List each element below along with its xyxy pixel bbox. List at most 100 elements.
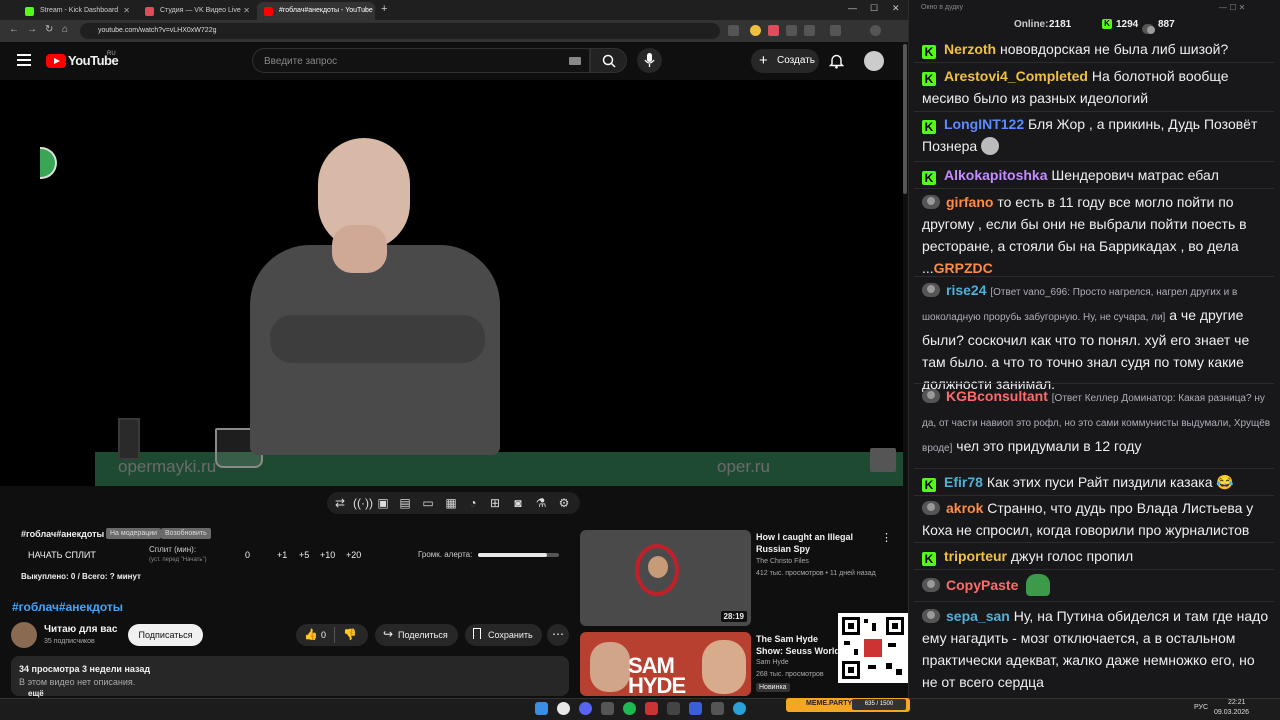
save-button[interactable]: Сохранить [465, 624, 542, 646]
search-button[interactable] [590, 48, 627, 73]
recommendation-title[interactable]: How I caught an Illegal Russian Spy [756, 531, 886, 555]
clock-time[interactable]: 22:21 [1228, 699, 1246, 706]
clock-date[interactable]: 09.03.2026 [1214, 709, 1249, 716]
spotify-icon[interactable] [623, 702, 636, 715]
split-add-10-button[interactable]: +10 [320, 550, 335, 560]
chat-username[interactable]: Alkokapitoshka [944, 167, 1047, 183]
flask-icon[interactable]: ⚗ [533, 496, 549, 510]
chat-username[interactable]: triporteur [944, 548, 1007, 564]
create-button[interactable]: + Создать [751, 49, 819, 73]
taskbar-app-icon[interactable] [711, 702, 724, 715]
recommendation-thumbnail[interactable]: SAM HYDE [580, 632, 751, 696]
recommendation-menu-icon[interactable]: ⋮ [881, 531, 892, 544]
clapperboard-icon[interactable]: ▤ [397, 496, 413, 510]
chat-username[interactable]: Efir78 [944, 474, 983, 490]
back-icon[interactable]: ← [9, 24, 19, 35]
new-tab-icon[interactable]: + [381, 3, 387, 15]
camera-icon[interactable]: ◙ [510, 496, 526, 510]
recommendation-thumbnail[interactable]: 28:19 [580, 530, 751, 626]
extension-icon[interactable] [768, 25, 779, 36]
profile-icon[interactable] [870, 25, 881, 36]
watermark-right: oper.ru [717, 457, 770, 476]
maximize-icon[interactable]: ☐ [870, 3, 878, 14]
channel-name[interactable]: Читаю для вас [44, 624, 117, 635]
split-value-0[interactable]: 0 [245, 550, 250, 560]
reload-icon[interactable]: ↻ [45, 24, 53, 35]
start-split-button[interactable]: НАЧАТЬ СПЛИТ [28, 550, 96, 560]
meme-party-widget[interactable]: MEME.PARTY 635 / 1500 [786, 698, 910, 712]
eye-settings-icon[interactable]: ▣ [375, 496, 391, 510]
share-button[interactable]: ↪ Поделиться [375, 624, 458, 646]
chat-username[interactable]: rise24 [946, 282, 986, 298]
dislike-icon[interactable]: 👎 [343, 628, 357, 641]
chat-message: sepa_san Ну, на Путина обиделся и там гд… [922, 605, 1272, 693]
chat-username[interactable]: sepa_san [946, 608, 1010, 624]
language-indicator[interactable]: РУС [1194, 704, 1208, 711]
subscribe-button[interactable]: Подписаться [128, 624, 203, 646]
extension-icon[interactable] [786, 25, 797, 36]
chat-username[interactable]: girfano [946, 194, 993, 210]
forward-icon[interactable]: → [27, 24, 37, 35]
like-icon[interactable]: 👍 [304, 628, 318, 641]
address-bar[interactable]: youtube.com/watch?v=vLHX0xW722g [80, 23, 720, 39]
show-more-link[interactable]: ещё [28, 689, 44, 698]
chat-text: нововдорская не была либ шизой? [1000, 41, 1229, 57]
split-add-1-button[interactable]: +1 [277, 550, 287, 560]
notifications-bell-icon[interactable] [829, 53, 844, 69]
account-avatar[interactable] [864, 51, 884, 71]
resume-button[interactable]: Возобновить [161, 528, 211, 539]
recommendation-title[interactable]: The Sam Hyde Show: Seuss World w/ Tyler [756, 633, 842, 657]
recommendation-channel[interactable]: Sam Hyde [756, 659, 789, 666]
chat-username[interactable]: akrok [946, 500, 983, 516]
close-tab-icon[interactable]: ✕ [362, 6, 369, 15]
extension-icon[interactable] [728, 25, 739, 36]
close-tab-icon[interactable]: ✕ [243, 6, 250, 15]
loop-icon[interactable]: ⇄ [332, 496, 348, 510]
minimize-icon[interactable]: — [848, 3, 857, 13]
split-add-5-button[interactable]: +5 [299, 550, 309, 560]
speed-gauge-icon[interactable]: ◔ [465, 496, 481, 510]
discord-icon[interactable] [579, 702, 592, 715]
menu-icon[interactable] [17, 54, 31, 66]
taskbar-app-icon[interactable] [601, 702, 614, 715]
chat-username[interactable]: Arestovi4_Completed [944, 68, 1088, 84]
add-screenshot-icon[interactable]: ⊞ [487, 496, 503, 510]
more-actions-icon[interactable]: ⋯ [547, 624, 569, 646]
window-controls-icon[interactable]: — ☐ ✕ [1219, 3, 1245, 12]
taskbar-app-icon[interactable] [689, 702, 702, 715]
home-icon[interactable]: ⌂ [62, 24, 68, 35]
picture-in-picture-icon[interactable]: ▭ [420, 496, 436, 510]
close-window-icon[interactable]: ✕ [892, 3, 900, 14]
chrome-icon[interactable] [557, 702, 570, 715]
obs-icon[interactable] [667, 702, 680, 715]
video-player[interactable]: opermayki.ru oper.ru [0, 80, 903, 486]
chat-username[interactable]: LongINT122 [944, 116, 1024, 132]
taskbar-app-icon[interactable] [645, 702, 658, 715]
chat-username[interactable]: CopyPaste [946, 577, 1018, 593]
download-icon[interactable] [830, 25, 841, 36]
film-icon[interactable]: ▦ [443, 496, 459, 510]
extension-icon[interactable] [750, 25, 761, 36]
description-box[interactable]: 34 просмотра 3 недели назад В этом видео… [11, 656, 569, 698]
page-scrollbar[interactable] [903, 44, 907, 194]
windows-start-icon[interactable] [535, 702, 548, 715]
channel-avatar[interactable] [11, 622, 37, 648]
close-tab-icon[interactable]: ✕ [123, 6, 130, 15]
chat-username[interactable]: Nerzoth [944, 41, 996, 57]
video-title[interactable]: #гоблач#анекдоты [12, 600, 123, 614]
search-input[interactable]: Введите запрос [252, 48, 590, 73]
extension-icon[interactable] [804, 25, 815, 36]
voice-search-button[interactable] [637, 48, 662, 73]
alert-volume-slider[interactable] [478, 553, 559, 557]
split-add-20-button[interactable]: +20 [346, 550, 361, 560]
tab-vk-studio[interactable]: Студия — VK Видео Live ✕ [138, 2, 256, 20]
telegram-icon[interactable] [733, 702, 746, 715]
tab-kick-dashboard[interactable]: Stream - Kick Dashboard ✕ [18, 2, 136, 20]
recommendation-channel[interactable]: The Christo Files [756, 558, 809, 565]
settings-gear-icon[interactable]: ⚙ [556, 496, 572, 510]
youtube-logo-icon[interactable] [46, 54, 66, 68]
keyboard-icon[interactable] [569, 57, 581, 65]
chat-username[interactable]: KGBconsultant [946, 388, 1048, 404]
broadcast-icon[interactable]: ((·)) [353, 496, 373, 510]
tab-youtube[interactable]: #гоблач#анекдоты - YouTube ✕ [257, 2, 375, 20]
